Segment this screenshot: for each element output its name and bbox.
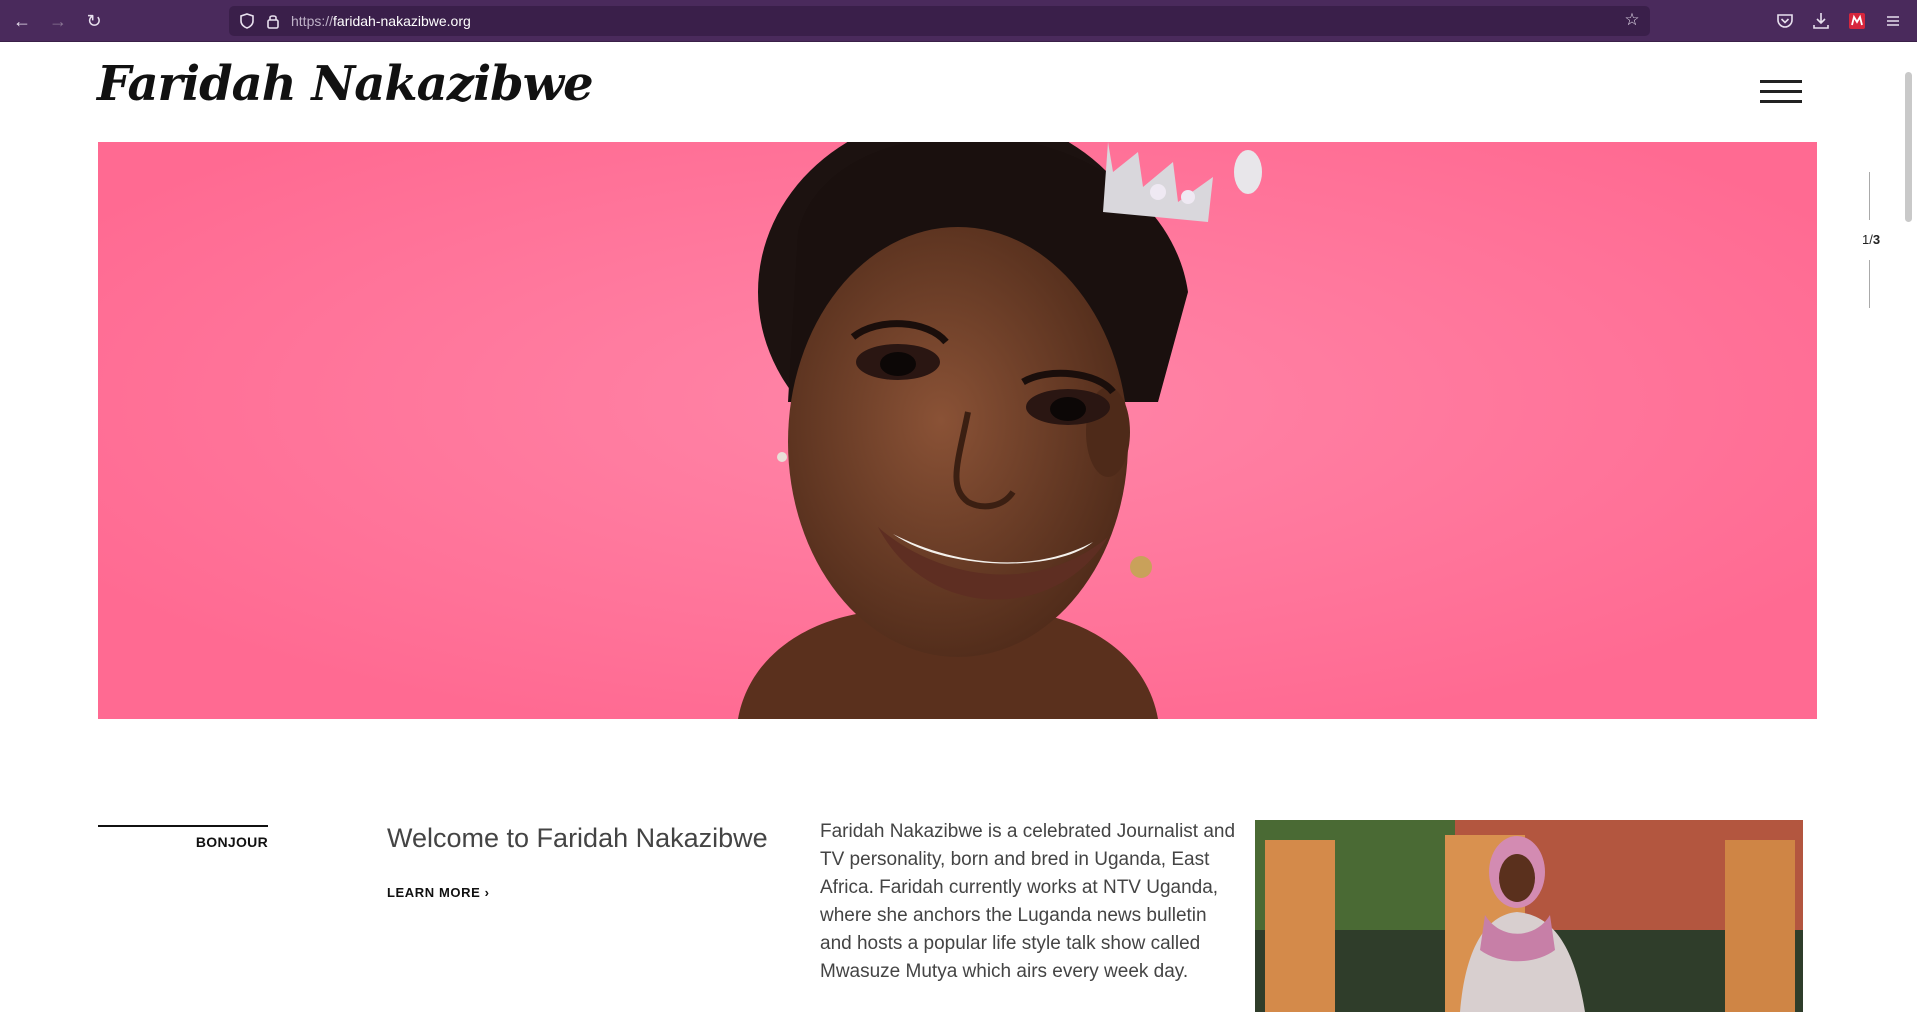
address-bar[interactable]: https://faridah-nakazibwe.org ☆ <box>229 6 1650 36</box>
bio-paragraph: Faridah Nakazibwe is a celebrated Journa… <box>820 821 1236 982</box>
page-scrollbar[interactable] <box>1905 72 1912 222</box>
hero-image <box>98 142 1817 719</box>
slide-indicator-line-top <box>1869 172 1870 220</box>
pocket-icon[interactable] <box>1774 10 1796 32</box>
browser-toolbar: ← → ↻ https://faridah-nakazibwe.org ☆ <box>0 0 1917 42</box>
learn-more-link[interactable]: LEARN MORE › <box>387 885 490 900</box>
hamburger-menu-icon[interactable] <box>1760 80 1802 104</box>
url-protocol: https:// <box>291 13 334 29</box>
url-domain: faridah-nakazibwe.org <box>333 13 471 29</box>
learn-more-label: LEARN MORE <box>387 885 481 900</box>
section-divider <box>98 825 268 827</box>
profile-photo-illustration <box>1255 820 1803 1012</box>
section-label: BONJOUR <box>195 834 268 850</box>
slide-total: 3 <box>1872 232 1881 247</box>
profile-photo <box>1255 820 1803 1012</box>
bookmark-star-icon[interactable]: ☆ <box>1622 10 1642 30</box>
back-icon[interactable]: ← <box>10 9 34 33</box>
slide-indicator-line-bottom <box>1869 260 1870 308</box>
download-icon[interactable] <box>1810 10 1832 32</box>
reload-icon[interactable]: ↻ <box>82 9 106 33</box>
hero-portrait-illustration <box>98 142 1817 719</box>
lock-icon[interactable] <box>264 12 282 30</box>
url-text[interactable]: https://faridah-nakazibwe.org <box>291 13 471 29</box>
slide-counter: 1/3 <box>1859 232 1883 247</box>
forward-icon[interactable]: → <box>46 9 70 33</box>
welcome-heading: Welcome to Faridah Nakazibwe <box>387 823 768 853</box>
app-menu-icon[interactable] <box>1882 10 1904 32</box>
chevron-right-icon: › <box>484 885 490 900</box>
extension-icon[interactable] <box>1846 10 1868 32</box>
site-logo[interactable]: Faridah Nakazibwe <box>97 56 594 112</box>
tracking-shield-icon[interactable] <box>238 12 256 30</box>
